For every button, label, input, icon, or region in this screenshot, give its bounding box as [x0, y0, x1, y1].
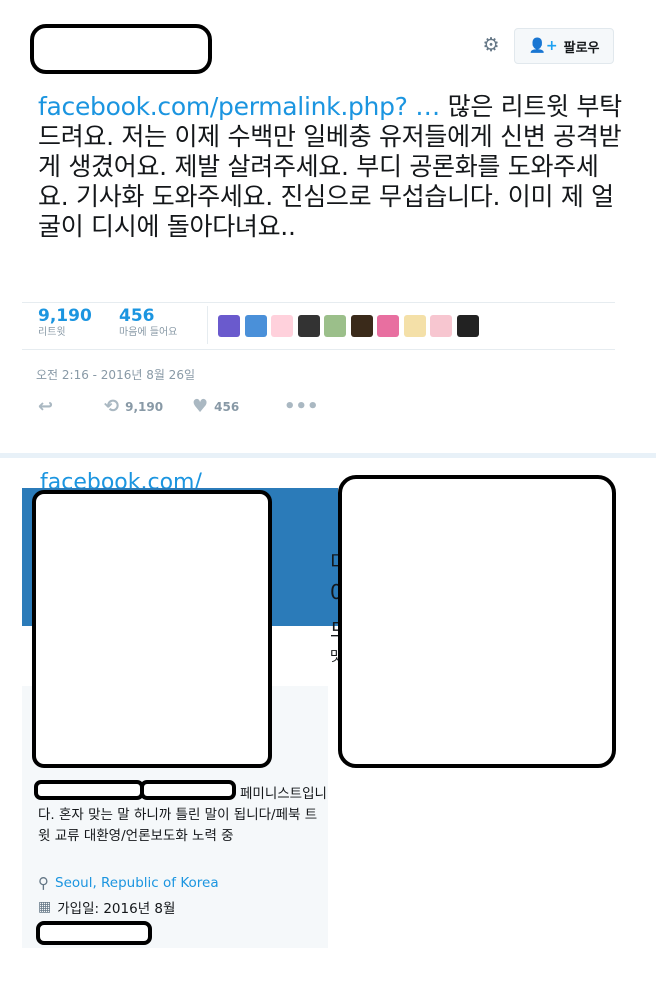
redacted-extra — [36, 921, 152, 945]
liker-avatar[interactable] — [324, 315, 346, 337]
location-text: Seoul, Republic of Korea — [55, 875, 219, 891]
redacted-handle — [140, 780, 236, 800]
calendar-icon: ▦ — [38, 899, 52, 915]
retweet-stat[interactable]: 9,190 리트윗 — [38, 306, 92, 340]
retweet-icon: ⟲ — [104, 396, 120, 417]
liker-avatar[interactable] — [403, 315, 426, 337]
redacted-name — [34, 780, 144, 800]
redacted-avatar — [32, 490, 272, 768]
liker-avatar[interactable] — [244, 315, 267, 337]
profile-joined: ▦ 가입일: 2016년 8월 — [38, 897, 175, 917]
reply-icon: ↩ — [38, 396, 54, 417]
like-stat[interactable]: 456 마음에 들어요 — [119, 306, 177, 340]
follow-button[interactable]: 👤+ 팔로우 — [514, 28, 614, 64]
redacted-image — [338, 475, 616, 768]
gear-icon[interactable]: ⚙ — [482, 36, 500, 55]
divider — [22, 349, 615, 350]
joined-text: 가입일: 2016년 8월 — [57, 901, 176, 917]
like-action-count: 456 — [214, 399, 240, 414]
divider — [207, 306, 208, 344]
tweet-text: facebook.com/permalink.php? … 많은 리트윗 부탁드… — [38, 92, 623, 242]
like-label: 마음에 들어요 — [119, 327, 178, 338]
liker-avatar[interactable] — [218, 315, 240, 337]
retweet-label: 리트윗 — [38, 327, 66, 338]
liker-avatar[interactable] — [350, 315, 373, 337]
reply-button[interactable]: ↩ — [38, 396, 53, 417]
liker-avatar[interactable] — [430, 315, 452, 337]
retweet-button[interactable]: ⟲ 9,190 — [104, 396, 163, 417]
liker-avatar[interactable] — [297, 315, 320, 337]
follow-button-label: 팔로우 — [563, 40, 600, 56]
redacted-username — [30, 24, 212, 74]
retweet-count: 9,190 — [38, 306, 92, 326]
more-icon: ••• — [284, 396, 319, 417]
liker-avatar[interactable] — [456, 315, 479, 337]
like-button[interactable]: ♥ 456 — [192, 396, 239, 417]
retweet-action-count: 9,190 — [125, 399, 164, 414]
liker-avatar[interactable] — [271, 315, 293, 337]
location-pin-icon: ⚲ — [38, 874, 49, 892]
liker-avatar[interactable] — [377, 315, 399, 337]
more-button[interactable]: ••• — [284, 396, 319, 417]
heart-icon: ♥ — [192, 396, 209, 417]
tweet-timestamp: 오전 2:16 - 2016년 8월 26일 — [36, 368, 195, 382]
like-count: 456 — [119, 306, 155, 326]
divider — [22, 302, 615, 303]
profile-location[interactable]: ⚲ Seoul, Republic of Korea — [38, 874, 219, 892]
follow-user-plus-icon: 👤+ — [528, 38, 558, 54]
tweet-link[interactable]: facebook.com/permalink.php? … — [38, 92, 440, 121]
